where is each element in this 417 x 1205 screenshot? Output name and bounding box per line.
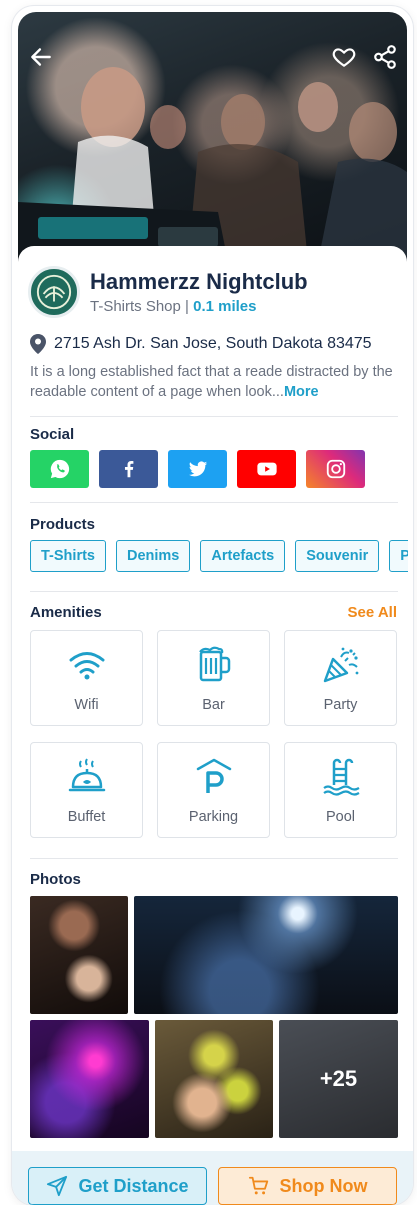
- shop-now-label: Shop Now: [279, 1175, 368, 1196]
- shop-now-button[interactable]: Shop Now: [218, 1167, 397, 1205]
- get-distance-button[interactable]: Get Distance: [28, 1167, 207, 1205]
- divider: [30, 502, 398, 503]
- product-chip[interactable]: P: [389, 540, 408, 572]
- product-chip[interactable]: Souvenir: [295, 540, 380, 572]
- amenities-grid: Wifi Bar Party Buffet Parking Pool: [30, 630, 398, 838]
- heart-icon: [332, 48, 356, 67]
- product-chips: T-Shirts Denims Artefacts Souvenir P: [30, 540, 408, 572]
- social-links: [30, 450, 365, 488]
- product-chip[interactable]: Artefacts: [200, 540, 286, 572]
- hero-image: [18, 12, 407, 262]
- business-meta: T-Shirts Shop | 0.1 miles: [90, 298, 308, 315]
- photo-thumbnail[interactable]: [134, 896, 398, 1014]
- divider: [30, 416, 398, 417]
- more-photos-count: +25: [319, 1066, 358, 1091]
- description-text: It is a long established fact that a rea…: [30, 364, 393, 400]
- get-distance-label: Get Distance: [78, 1175, 189, 1196]
- amenity-label: Party: [323, 697, 358, 713]
- amenity-pool[interactable]: Pool: [284, 742, 397, 838]
- product-chip[interactable]: Denims: [115, 540, 191, 572]
- amenity-label: Wifi: [74, 697, 99, 713]
- amenity-buffet[interactable]: Buffet: [30, 742, 143, 838]
- location-pin-icon: [30, 334, 46, 354]
- see-all-amenities-link[interactable]: See All: [348, 604, 397, 621]
- phone-frame: Hammerzz Nightclub T-Shirts Shop | 0.1 m…: [12, 6, 413, 1205]
- business-description: It is a long established fact that a rea…: [30, 362, 398, 402]
- business-name: Hammerzz Nightclub: [90, 269, 308, 294]
- photo-thumbnail[interactable]: [30, 1020, 149, 1138]
- send-navigation-icon: [47, 1175, 68, 1197]
- photos-heading: Photos: [30, 871, 81, 888]
- business-details: Hammerzz Nightclub T-Shirts Shop | 0.1 m…: [18, 246, 408, 1156]
- youtube-icon: [256, 462, 277, 476]
- parking-icon: [196, 758, 231, 793]
- amenities-heading: Amenities: [30, 604, 102, 621]
- meta-separator: |: [180, 298, 194, 315]
- divider: [30, 591, 398, 592]
- twitter-icon: [188, 461, 207, 477]
- bottom-action-bar: Get Distance Shop Now: [12, 1151, 413, 1205]
- leaf-logo-icon: [36, 274, 72, 310]
- business-category: T-Shirts Shop: [90, 298, 181, 315]
- amenity-wifi[interactable]: Wifi: [30, 630, 143, 726]
- divider: [30, 858, 398, 859]
- cart-icon: [248, 1176, 268, 1195]
- favorite-button[interactable]: [329, 42, 359, 72]
- whatsapp-icon: [50, 459, 69, 479]
- amenity-label: Parking: [188, 809, 239, 825]
- party-popper-icon: [323, 647, 358, 683]
- products-heading: Products: [30, 516, 96, 533]
- read-more-link[interactable]: More: [284, 384, 319, 400]
- back-button[interactable]: [26, 42, 56, 72]
- photo-thumbnail[interactable]: [30, 896, 128, 1014]
- facebook-button[interactable]: [99, 450, 158, 488]
- social-heading: Social: [30, 426, 75, 443]
- pool-ladder-icon: [322, 758, 360, 796]
- amenity-party[interactable]: Party: [284, 630, 397, 726]
- buffet-dish-icon: [68, 758, 105, 792]
- business-address: 2715 Ash Dr. San Jose, South Dakota 8347…: [30, 334, 372, 354]
- amenity-bar[interactable]: Bar: [157, 630, 270, 726]
- instagram-icon: [326, 459, 345, 479]
- wifi-icon: [69, 652, 104, 680]
- instagram-button[interactable]: [306, 450, 365, 488]
- whatsapp-button[interactable]: [30, 450, 89, 488]
- amenity-parking[interactable]: Parking: [157, 742, 270, 838]
- more-photos-button[interactable]: +25: [279, 1020, 398, 1138]
- facebook-icon: [124, 461, 133, 478]
- product-chip[interactable]: T-Shirts: [30, 540, 106, 572]
- twitter-button[interactable]: [168, 450, 227, 488]
- business-header: Hammerzz Nightclub T-Shirts Shop | 0.1 m…: [28, 266, 308, 318]
- business-distance: 0.1 miles: [193, 298, 257, 315]
- business-logo: [28, 266, 80, 318]
- youtube-button[interactable]: [237, 450, 296, 488]
- share-icon: [374, 45, 396, 69]
- amenity-label: Pool: [325, 809, 356, 825]
- share-button[interactable]: [370, 42, 400, 72]
- address-text: 2715 Ash Dr. San Jose, South Dakota 8347…: [54, 335, 372, 352]
- arrow-left-icon: [31, 48, 51, 66]
- beer-mug-icon: [198, 646, 230, 682]
- amenity-label: Buffet: [67, 809, 106, 825]
- amenity-label: Bar: [202, 697, 225, 713]
- photo-thumbnail[interactable]: [155, 1020, 273, 1138]
